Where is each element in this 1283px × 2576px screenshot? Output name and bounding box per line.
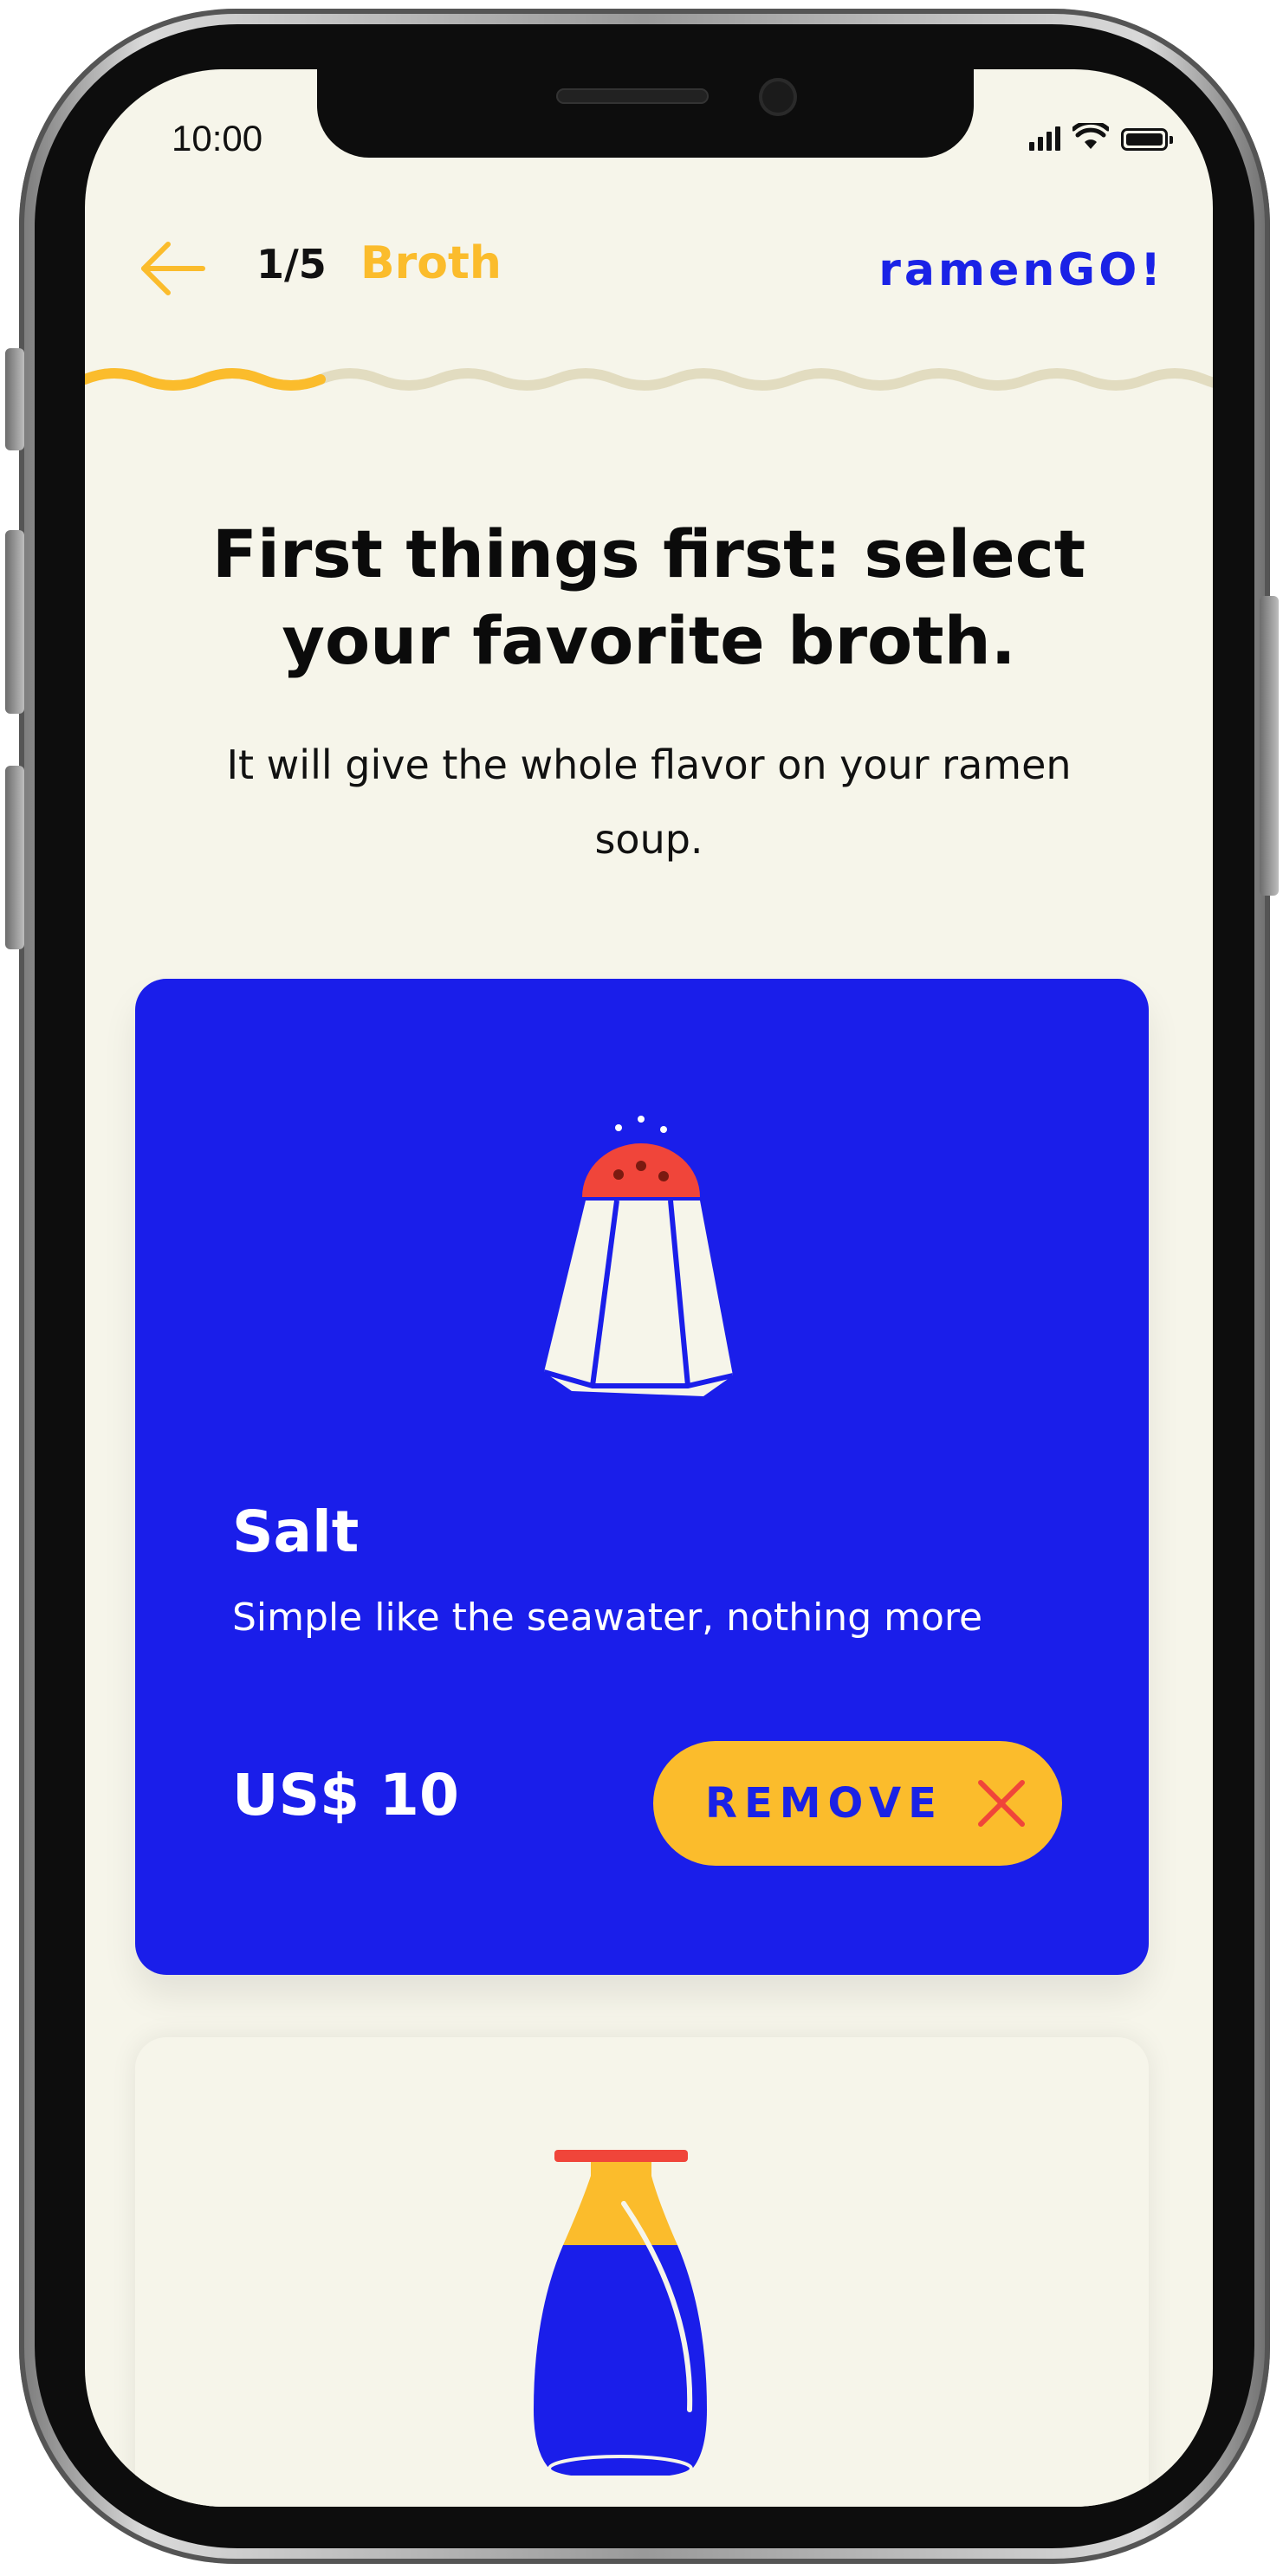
broth-option-card-salt[interactable]: Salt Simple like the seawater, nothing m… bbox=[135, 979, 1149, 1975]
step-title: Broth bbox=[360, 237, 502, 289]
phone-notch bbox=[317, 69, 974, 158]
option-price: US$ 10 bbox=[232, 1762, 459, 1828]
brand-logo: ramenGO! bbox=[878, 244, 1164, 296]
phone-power-button bbox=[1260, 596, 1279, 896]
remove-button-label: REMOVE bbox=[705, 1779, 943, 1828]
option-description: Simple like the seawater, nothing more bbox=[232, 1595, 983, 1640]
status-icons bbox=[1029, 123, 1173, 151]
phone-volume-up-button bbox=[5, 530, 24, 714]
arrow-left-icon[interactable] bbox=[137, 241, 208, 296]
page-headline: First things first: select your favorite… bbox=[211, 515, 1086, 679]
close-icon bbox=[978, 1780, 1025, 1827]
option-title: Salt bbox=[232, 1498, 360, 1565]
progress-wave-fill bbox=[85, 368, 326, 391]
soy-sauce-bottle-icon bbox=[534, 2150, 707, 2482]
top-navigation-bar: 1/5 Broth ramenGO! bbox=[85, 234, 1213, 303]
app-screen: 10:00 1/5 Broth ramenGO! First things fi… bbox=[85, 69, 1213, 2507]
front-camera bbox=[759, 78, 797, 116]
battery-icon bbox=[1121, 128, 1173, 151]
salt-shaker-icon bbox=[543, 1116, 734, 1396]
speaker-grille bbox=[556, 88, 709, 104]
phone-silent-switch bbox=[5, 348, 24, 450]
step-counter: 1/5 bbox=[256, 241, 327, 288]
cellular-signal-icon bbox=[1029, 126, 1060, 151]
step-progress-wave bbox=[85, 368, 1213, 391]
broth-option-card-soy[interactable] bbox=[135, 2037, 1149, 2507]
battery-level bbox=[1126, 133, 1163, 146]
page-subtext: It will give the whole flavor on your ra… bbox=[226, 741, 1072, 863]
wifi-icon bbox=[1072, 123, 1109, 149]
remove-button[interactable]: REMOVE bbox=[653, 1741, 1062, 1866]
status-time: 10:00 bbox=[172, 118, 263, 159]
phone-volume-down-button bbox=[5, 766, 24, 949]
